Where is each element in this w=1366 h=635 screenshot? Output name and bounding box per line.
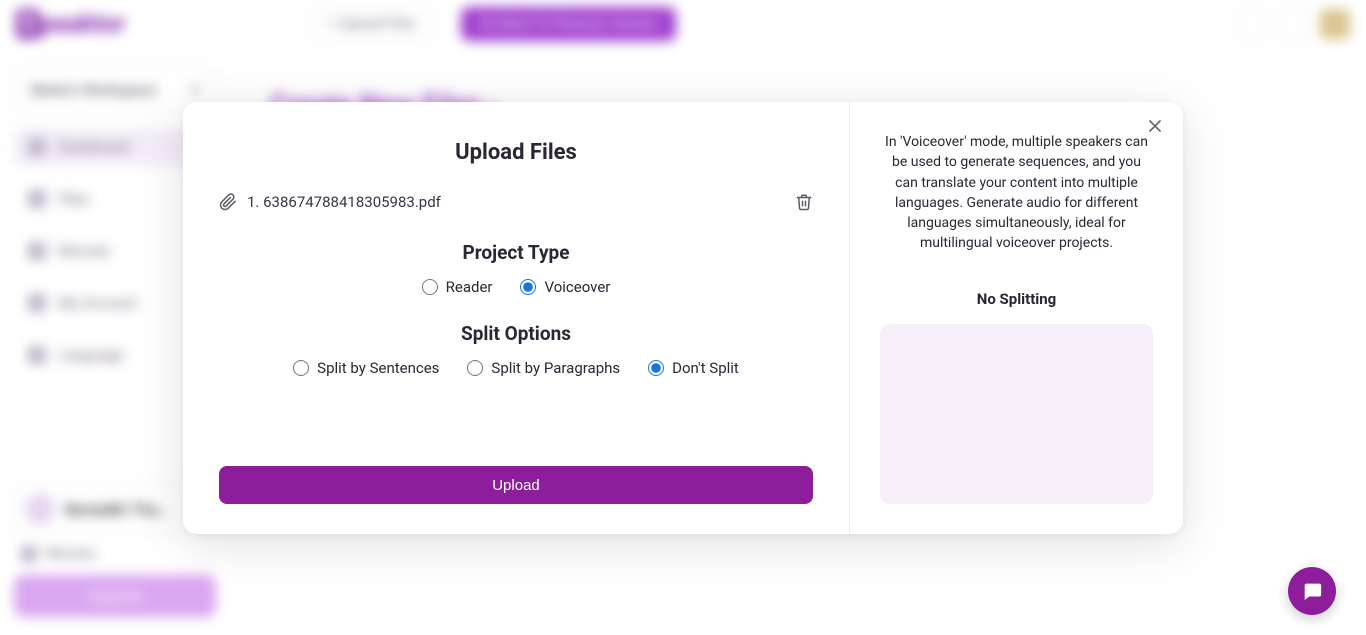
project-type-label: Project Type xyxy=(219,241,813,264)
radio-voiceover-label: Voiceover xyxy=(544,278,610,296)
radio-voiceover[interactable]: Voiceover xyxy=(520,278,610,296)
modal-left-panel: Upload Files 1. 638674788418305983.pdf P… xyxy=(183,102,850,534)
radio-dont-split-label: Don't Split xyxy=(672,359,739,377)
modal-right-panel: In 'Voiceover' mode, multiple speakers c… xyxy=(850,102,1183,534)
radio-dont-split-input[interactable] xyxy=(648,360,664,376)
preview-box xyxy=(880,324,1153,504)
split-options-row: Split by Sentences Split by Paragraphs D… xyxy=(219,359,813,377)
close-icon xyxy=(1145,116,1165,136)
file-name: 1. 638674788418305983.pdf xyxy=(247,193,785,211)
upload-modal: Upload Files 1. 638674788418305983.pdf P… xyxy=(183,102,1183,534)
modal-title: Upload Files xyxy=(219,140,813,165)
upload-button[interactable]: Upload xyxy=(219,466,813,504)
radio-voiceover-input[interactable] xyxy=(520,279,536,295)
modal-overlay: Upload Files 1. 638674788418305983.pdf P… xyxy=(0,0,1366,635)
info-text: In 'Voiceover' mode, multiple speakers c… xyxy=(880,132,1153,254)
radio-split-sentences-label: Split by Sentences xyxy=(317,359,439,377)
chat-icon xyxy=(1301,580,1323,602)
radio-reader-label: Reader xyxy=(446,278,493,296)
attachment-icon xyxy=(219,193,237,211)
radio-split-paragraphs-label: Split by Paragraphs xyxy=(491,359,620,377)
split-options-label: Split Options xyxy=(219,322,813,345)
file-row: 1. 638674788418305983.pdf xyxy=(219,193,813,211)
radio-reader-input[interactable] xyxy=(422,279,438,295)
project-type-row: Reader Voiceover xyxy=(219,278,813,296)
chat-bubble-button[interactable] xyxy=(1288,567,1336,615)
trash-icon[interactable] xyxy=(795,193,813,211)
preview-title: No Splitting xyxy=(880,290,1153,308)
close-button[interactable] xyxy=(1145,116,1165,136)
radio-split-paragraphs[interactable]: Split by Paragraphs xyxy=(467,359,620,377)
radio-reader[interactable]: Reader xyxy=(422,278,493,296)
radio-split-sentences-input[interactable] xyxy=(293,360,309,376)
radio-split-paragraphs-input[interactable] xyxy=(467,360,483,376)
radio-split-sentences[interactable]: Split by Sentences xyxy=(293,359,439,377)
radio-dont-split[interactable]: Don't Split xyxy=(648,359,739,377)
